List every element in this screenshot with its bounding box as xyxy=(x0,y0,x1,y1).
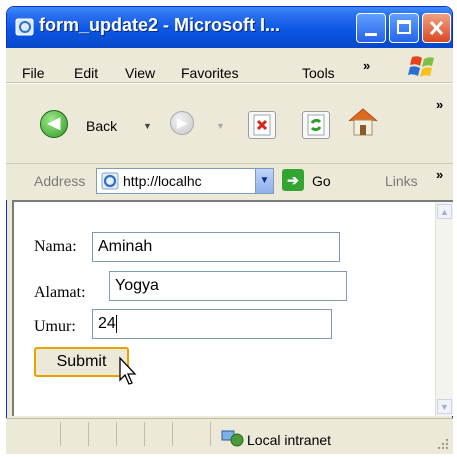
forward-button[interactable]: ▶ xyxy=(170,111,194,135)
alamat-input[interactable]: Yogya xyxy=(109,271,347,301)
address-dropdown-icon[interactable]: ▼ xyxy=(255,169,273,193)
back-button[interactable]: ◀ xyxy=(40,110,68,138)
resize-grip-icon[interactable] xyxy=(436,437,450,451)
umur-input[interactable]: 24 xyxy=(92,309,332,339)
submit-button[interactable]: Submit xyxy=(34,347,129,377)
stop-button[interactable] xyxy=(248,111,276,139)
links-overflow-chevron[interactable]: » xyxy=(436,167,443,182)
scroll-up-icon[interactable]: ▲ xyxy=(437,204,452,219)
ie-page-icon xyxy=(101,172,119,190)
menu-overflow-chevron[interactable]: » xyxy=(363,58,370,73)
forward-dropdown-icon[interactable]: ▼ xyxy=(216,121,225,131)
scroll-down-icon[interactable]: ▼ xyxy=(437,399,452,414)
status-divider xyxy=(210,422,211,446)
windows-logo-icon xyxy=(402,52,444,82)
umur-label: Umur: xyxy=(34,318,76,335)
alamat-label: Alamat: xyxy=(34,284,86,301)
refresh-icon xyxy=(307,114,325,136)
go-label[interactable]: Go xyxy=(312,173,331,189)
nama-label: Nama: xyxy=(34,238,77,255)
status-divider xyxy=(88,422,89,446)
status-divider xyxy=(172,422,173,446)
nama-input[interactable]: Aminah xyxy=(92,232,340,262)
go-button[interactable]: ➔ xyxy=(282,169,304,191)
intranet-zone-icon xyxy=(221,430,244,447)
status-divider xyxy=(116,422,117,446)
status-divider xyxy=(144,422,145,446)
back-label[interactable]: Back xyxy=(86,118,117,134)
toolbar-overflow-chevron[interactable]: » xyxy=(436,97,443,112)
close-icon xyxy=(429,20,444,36)
standard-toolbar xyxy=(6,83,453,164)
menu-view[interactable]: View xyxy=(125,65,155,81)
address-field[interactable]: http://localhc ▼ xyxy=(96,168,274,194)
umur-value: 24 xyxy=(98,315,116,332)
status-divider xyxy=(60,422,61,446)
text-caret xyxy=(115,314,117,333)
menu-file[interactable]: File xyxy=(22,65,45,81)
links-label[interactable]: Links xyxy=(385,173,418,189)
status-zone-text: Local intranet xyxy=(247,432,332,448)
vertical-scrollbar[interactable]: ▲ ▼ xyxy=(435,202,453,416)
stop-icon xyxy=(253,114,271,136)
home-icon[interactable] xyxy=(346,106,380,138)
mouse-cursor-icon xyxy=(119,356,137,385)
back-dropdown-icon[interactable]: ▼ xyxy=(143,121,152,131)
maximize-button[interactable] xyxy=(389,13,419,43)
forward-arrow-icon: ▶ xyxy=(177,115,187,130)
back-arrow-icon: ◀ xyxy=(47,115,61,132)
refresh-button[interactable] xyxy=(302,111,330,139)
close-button[interactable] xyxy=(422,13,451,43)
minimize-button[interactable] xyxy=(356,13,386,43)
ie-window-icon xyxy=(15,18,34,36)
menu-tools[interactable]: Tools xyxy=(302,65,335,81)
window-title: form_update2 - Microsoft I... xyxy=(39,15,281,35)
go-arrow-icon: ➔ xyxy=(287,172,299,188)
menu-favorites[interactable]: Favorites xyxy=(181,65,239,81)
address-url: http://localhc xyxy=(123,173,202,189)
address-label: Address xyxy=(34,173,86,189)
menu-edit[interactable]: Edit xyxy=(74,65,98,81)
